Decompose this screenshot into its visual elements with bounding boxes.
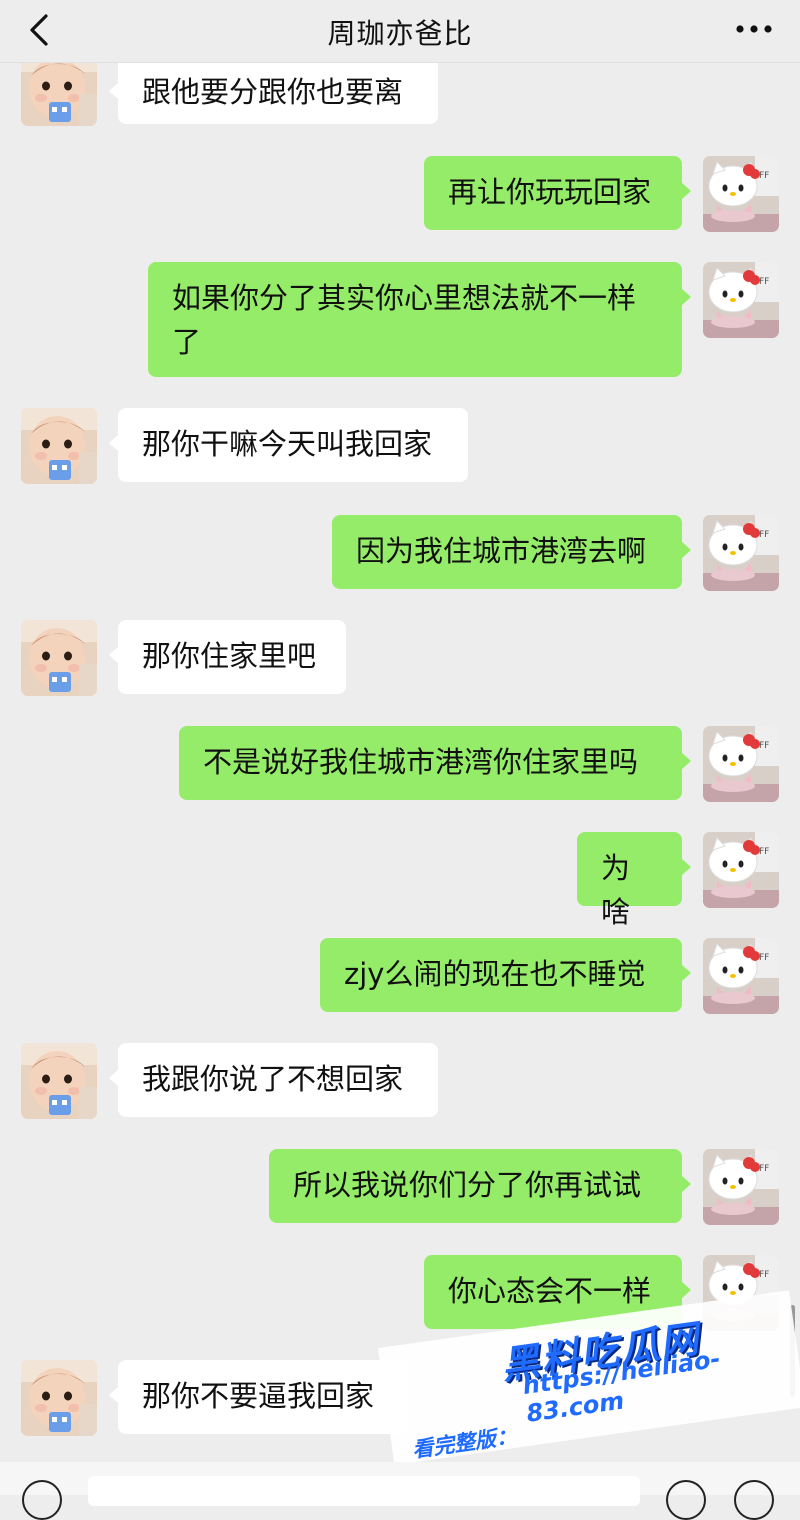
message-bubble-sent[interactable]: 为啥 (577, 832, 691, 929)
hello-kitty-avatar-icon (703, 156, 779, 232)
message-bubble-received[interactable]: 跟他要分跟你也要离 (109, 56, 438, 124)
message-input[interactable] (88, 1476, 640, 1506)
chat-header: 周珈亦爸比 (0, 0, 800, 63)
self-avatar[interactable] (703, 832, 779, 908)
hello-kitty-avatar-icon (703, 515, 779, 591)
contact-avatar[interactable] (21, 408, 97, 484)
baby-avatar-icon (21, 408, 97, 484)
chat-title: 周珈亦爸比 (327, 17, 473, 50)
message-bubble-sent[interactable]: 不是说好我住城市港湾你住家里吗 (179, 726, 691, 800)
baby-avatar-icon (21, 1360, 97, 1436)
baby-avatar-icon (21, 620, 97, 696)
hello-kitty-avatar-icon (703, 1149, 779, 1225)
hello-kitty-avatar-icon (703, 832, 779, 908)
plus-icon[interactable] (734, 1480, 774, 1520)
self-avatar[interactable] (703, 515, 779, 591)
voice-icon[interactable] (22, 1480, 62, 1520)
more-dots-icon[interactable] (734, 22, 774, 36)
message-bubble-received[interactable]: 那你不要逼我回家 (109, 1360, 408, 1434)
hello-kitty-avatar-icon (703, 262, 779, 338)
self-avatar[interactable] (703, 262, 779, 338)
message-bubble-sent[interactable]: 再让你玩玩回家 (424, 156, 691, 230)
chat-area: 跟他要分跟你也要离 再让你玩玩回家 如果你分了其实你心里想法就不一样了 那你干嘛… (0, 0, 800, 1495)
contact-avatar[interactable] (21, 620, 97, 696)
message-bubble-sent[interactable]: 所以我说你们分了你再试试 (269, 1149, 691, 1223)
contact-avatar[interactable] (21, 1043, 97, 1119)
hello-kitty-avatar-icon (703, 938, 779, 1014)
self-avatar[interactable] (703, 726, 779, 802)
message-bubble-received[interactable]: 那你干嘛今天叫我回家 (109, 408, 468, 482)
message-row: 跟他要分跟你也要离 (0, 50, 800, 132)
message-bubble-sent[interactable]: 如果你分了其实你心里想法就不一样了 (148, 262, 691, 377)
hello-kitty-avatar-icon (703, 726, 779, 802)
emoji-icon[interactable] (666, 1480, 706, 1520)
message-bubble-sent[interactable]: zjy么闹的现在也不睡觉 (320, 938, 691, 1012)
self-avatar[interactable] (703, 938, 779, 1014)
self-avatar[interactable] (703, 1149, 779, 1225)
message-bubble-sent[interactable]: 因为我住城市港湾去啊 (332, 515, 691, 589)
message-bubble-received[interactable]: 我跟你说了不想回家 (109, 1043, 438, 1117)
input-bar (0, 1462, 800, 1520)
baby-avatar-icon (21, 1043, 97, 1119)
self-avatar[interactable] (703, 156, 779, 232)
contact-avatar[interactable] (21, 1360, 97, 1436)
message-bubble-received[interactable]: 那你住家里吧 (109, 620, 346, 694)
